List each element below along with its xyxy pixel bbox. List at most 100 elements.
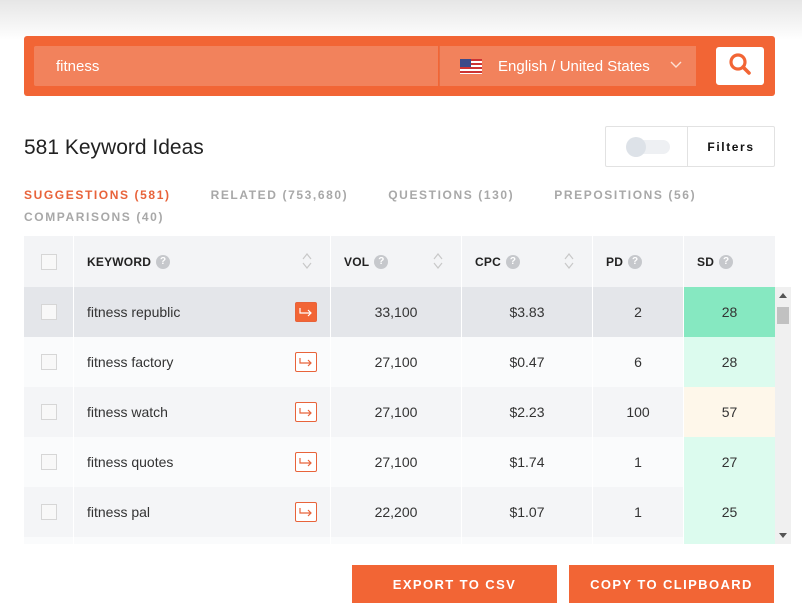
vol-cell [331, 537, 462, 544]
table-row[interactable]: fitness factory 27,100 $0.47 6 28 [24, 337, 775, 387]
language-label: English / United States [498, 57, 650, 75]
open-keyword-button[interactable] [295, 402, 317, 422]
open-keyword-button[interactable] [295, 352, 317, 372]
row-checkbox-cell [24, 387, 74, 437]
sd-cell: 27 [684, 437, 775, 487]
table-row[interactable]: fitness republic 33,100 $3.83 2 28 [24, 287, 775, 337]
tab-questions[interactable]: QUESTIONS (130) [388, 188, 514, 202]
filter-controls: Filters [605, 126, 775, 167]
keyword-text: fitness factory [87, 354, 174, 370]
cpc-cell [462, 537, 593, 544]
row-checkbox-cell [24, 487, 74, 537]
select-all-checkbox[interactable] [40, 253, 57, 270]
column-label: VOL [344, 254, 370, 269]
scroll-down-arrow-icon[interactable] [779, 533, 787, 538]
vol-cell: 27,100 [331, 337, 462, 387]
sd-cell: 28 [684, 287, 775, 337]
keyword-text: fitness pal [87, 504, 151, 520]
cpc-cell: $1.74 [462, 437, 593, 487]
keyword-table: KEYWORD ? VOL ? CPC ? PD ? SD ? fitness … [24, 236, 791, 544]
column-pd[interactable]: PD ? [593, 236, 684, 287]
tab-prepositions[interactable]: PREPOSITIONS (56) [554, 188, 696, 202]
keyword-text: fitness watch [87, 404, 168, 420]
scrollbar-thumb[interactable] [777, 307, 789, 324]
row-checkbox-cell [24, 337, 74, 387]
help-icon[interactable]: ? [505, 254, 520, 269]
help-icon[interactable]: ? [374, 254, 389, 269]
us-flag-icon [460, 58, 482, 74]
vol-cell: 27,100 [331, 387, 462, 437]
row-checkbox-cell [24, 287, 74, 337]
open-keyword-button[interactable] [295, 302, 317, 322]
tab-comparisons[interactable]: COMPARISONS (40) [24, 210, 164, 224]
table-row[interactable]: fitness pal 22,200 $1.07 1 25 [24, 487, 775, 537]
keyword-text: fitness republic [87, 304, 181, 320]
cpc-cell: $3.83 [462, 287, 593, 337]
keyword-cell [74, 537, 331, 544]
help-icon[interactable]: ? [156, 254, 171, 269]
language-select[interactable]: English / United States [439, 46, 696, 86]
table-row-partial[interactable] [24, 537, 775, 544]
sd-cell: 57 [684, 387, 775, 437]
arrow-right-icon [299, 308, 312, 317]
cpc-cell: $2.23 [462, 387, 593, 437]
help-icon[interactable]: ? [628, 254, 643, 269]
column-keyword[interactable]: KEYWORD ? [74, 236, 331, 287]
help-icon[interactable]: ? [719, 254, 734, 269]
vol-cell: 33,100 [331, 287, 462, 337]
pd-cell: 100 [593, 387, 684, 437]
pd-cell: 1 [593, 437, 684, 487]
column-sd[interactable]: SD ? [684, 236, 775, 287]
open-keyword-button[interactable] [295, 502, 317, 522]
tab-related[interactable]: RELATED (753,680) [211, 188, 349, 202]
copy-clipboard-button[interactable]: COPY TO CLIPBOARD [569, 565, 774, 603]
column-label: PD [606, 254, 624, 269]
open-keyword-button[interactable] [295, 452, 317, 472]
sort-icon[interactable] [433, 252, 443, 270]
row-checkbox[interactable] [40, 304, 57, 320]
cpc-cell: $0.47 [462, 337, 593, 387]
tab-suggestions[interactable]: SUGGESTIONS (581) [24, 188, 171, 202]
toggle-knob [626, 137, 646, 157]
row-checkbox[interactable] [40, 504, 57, 520]
table-scrollbar[interactable] [775, 287, 791, 544]
search-bar: English / United States [24, 36, 775, 96]
page-title: 581 Keyword Ideas [24, 136, 204, 159]
row-checkbox[interactable] [40, 404, 57, 420]
sort-icon[interactable] [564, 252, 574, 270]
row-checkbox[interactable] [40, 354, 57, 370]
table-row[interactable]: fitness watch 27,100 $2.23 100 57 [24, 387, 775, 437]
pd-cell: 1 [593, 487, 684, 537]
export-csv-button[interactable]: EXPORT TO CSV [352, 565, 557, 603]
column-cpc[interactable]: CPC ? [462, 236, 593, 287]
keyword-cell: fitness quotes [74, 437, 331, 487]
keyword-cell: fitness pal [74, 487, 331, 537]
filter-toggle[interactable] [606, 127, 688, 166]
table-header: KEYWORD ? VOL ? CPC ? PD ? SD ? [24, 236, 775, 287]
search-button[interactable] [716, 47, 764, 85]
keyword-text: fitness quotes [87, 454, 174, 470]
column-label: CPC [475, 254, 501, 269]
column-label: SD [697, 254, 715, 269]
table-row[interactable]: fitness quotes 27,100 $1.74 1 27 [24, 437, 775, 487]
pd-cell: 2 [593, 287, 684, 337]
cpc-cell: $1.07 [462, 487, 593, 537]
column-vol[interactable]: VOL ? [331, 236, 462, 287]
keyword-search-input[interactable] [34, 46, 438, 86]
filters-button[interactable]: Filters [688, 127, 774, 166]
vol-cell: 22,200 [331, 487, 462, 537]
sd-cell: 25 [684, 487, 775, 537]
sort-icon[interactable] [302, 252, 312, 270]
table-body: fitness republic 33,100 $3.83 2 28 fitne… [24, 287, 775, 544]
vol-cell: 27,100 [331, 437, 462, 487]
arrow-right-icon [299, 458, 312, 467]
chevron-down-icon [670, 58, 682, 72]
row-checkbox-cell [24, 437, 74, 487]
sd-cell: 28 [684, 337, 775, 387]
header-checkbox-cell [24, 236, 74, 287]
scroll-up-arrow-icon[interactable] [779, 293, 787, 298]
pd-cell: 6 [593, 337, 684, 387]
row-checkbox-cell [24, 537, 74, 544]
row-checkbox[interactable] [40, 454, 57, 470]
arrow-right-icon [299, 358, 312, 367]
